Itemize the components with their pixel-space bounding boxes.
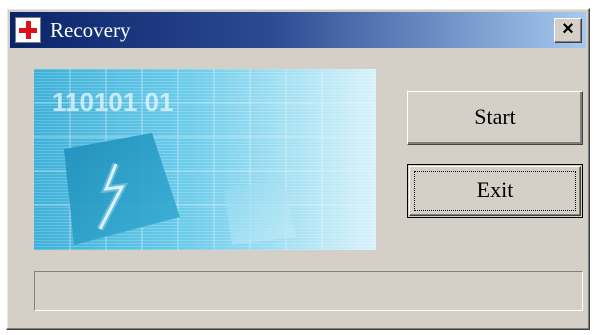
recovery-dialog: Recovery × 110101 01 Start Exit: [6, 8, 590, 330]
window-title: Recovery: [50, 18, 131, 42]
close-icon: ×: [562, 18, 574, 40]
start-button[interactable]: Start: [407, 91, 583, 145]
exit-button[interactable]: Exit: [407, 164, 583, 218]
banner-digits: 110101 01: [52, 87, 173, 117]
progress-bar: [34, 271, 583, 311]
banner-image: 110101 01: [34, 69, 376, 250]
red-cross-app-icon: [15, 17, 41, 43]
close-button[interactable]: ×: [554, 18, 582, 43]
exit-button-label: Exit: [476, 177, 514, 202]
title-bar[interactable]: Recovery ×: [10, 12, 586, 48]
